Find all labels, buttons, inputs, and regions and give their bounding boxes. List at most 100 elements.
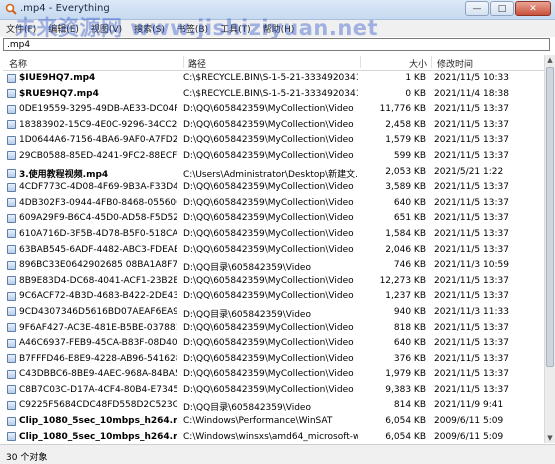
table-row[interactable]: $IUE9HQ7.mp4 C:\$RECYCLE.BIN\S-1-5-21-333… [3,71,544,87]
table-row[interactable]: 896BC33E0642902685 08BA1A8F76CFC... D:\QQ… [3,258,544,274]
modified-date: 2021/11/5 13:37 [434,119,509,130]
search-box[interactable] [3,38,550,51]
file-path: D:\QQ\605842359\MyCollection\Video [183,384,354,395]
file-name: C9225F5684CDC48FD558D2C523C37A... [19,400,177,411]
status-bar: 30 个对象 [0,444,555,464]
video-file-icon [7,73,16,83]
video-file-icon [7,400,16,410]
table-row[interactable]: C8B7C03C-D17A-4CF4-80B4-E734569... D:\QQ\… [3,383,544,399]
table-row[interactable]: 63BAB545-6ADF-4482-ABC3-FDEAE89... D:\QQ\… [3,243,544,259]
video-file-icon [7,245,16,255]
close-button[interactable]: ✕ [515,1,551,16]
file-path: C:\Users\Administrator\Desktop\新建文... [183,169,358,180]
modified-date: 2021/11/3 11:33 [434,306,509,317]
file-path: D:\QQ\605842359\MyCollection\Video [183,291,354,302]
video-file-icon [7,213,16,223]
file-size: 12,273 KB [379,275,426,286]
search-input[interactable] [4,39,549,50]
file-name: 9CD4307346D5616BD07AEAF6EA91AF... [19,306,177,317]
column-name-header[interactable]: 名称 [9,57,27,70]
file-name: 0DE19559-3295-49DB-AE33-DC04FB6... [19,104,177,115]
menu-help[interactable]: 帮助(H) [263,22,295,35]
table-row[interactable]: 3.使用教程视频.mp4 C:\Users\Administrator\Deskt… [3,165,544,181]
video-file-icon [7,323,16,332]
file-name: C43DBBC6-8BE9-4AEC-968A-84BA59D... [19,369,177,380]
menu-file[interactable]: 文件(F) [6,22,36,35]
scroll-thumb[interactable] [546,67,554,367]
menu-view[interactable]: 视图(V) [91,22,122,35]
table-row[interactable]: Clip_1080_5sec_10mbps_h264.mp4 C:\Windows… [3,430,544,443]
modified-date: 2021/11/5 13:37 [434,197,509,208]
file-size: 640 KB [393,197,426,208]
table-row[interactable]: 9F6AF427-AC3E-481E-B5BE-0378818E... D:\QQ… [3,321,544,337]
table-row[interactable]: 9CD4307346D5616BD07AEAF6EA91AF... D:\QQ目录… [3,305,544,321]
file-name: 9C6ACF72-4B3D-4683-B422-2DE43FEE... [19,291,177,302]
video-file-icon [7,307,16,317]
table-row[interactable]: 609A29F9-B6C4-45D0-AD58-F5D5286... D:\QQ\… [3,211,544,227]
table-row[interactable]: Clip_1080_5sec_10mbps_h264.mp4 C:\Windows… [3,414,544,430]
file-size: 1,979 KB [385,369,426,380]
table-row[interactable]: A46C6937-FEB9-45CA-B83F-08D400A8... D:\QQ… [3,336,544,352]
file-size: 814 KB [393,400,426,411]
table-row[interactable]: 29CB0588-85ED-4241-9FC2-88ECF9D7... D:\QQ… [3,149,544,165]
table-row[interactable]: 610A716D-3F5B-4D78-B5F0-518CA912... D:\QQ… [3,227,544,243]
column-divider[interactable] [183,56,184,68]
video-file-icon [7,89,16,99]
menu-tools[interactable]: 工具(T) [220,22,251,35]
table-row[interactable]: 0DE19559-3295-49DB-AE33-DC04FB6... D:\QQ\… [3,102,544,118]
maximize-button[interactable]: □ [490,1,514,16]
menu-search[interactable]: 搜索(S) [134,22,165,35]
file-path: D:\QQ\605842359\MyCollection\Video [183,228,354,239]
minimize-button[interactable]: — [465,1,489,16]
table-row[interactable]: 8B9E83D4-DC68-4041-ACF1-23B2E4E... D:\QQ\… [3,274,544,290]
file-size: 6,054 KB [385,416,426,427]
menu-bookmarks[interactable]: 书签(B) [177,22,208,35]
video-file-icon [7,198,16,208]
column-divider[interactable] [360,56,361,68]
column-path-header[interactable]: 路径 [188,57,206,70]
column-divider[interactable] [431,56,432,68]
file-name: 1D0644A6-7156-4BA6-9AF0-A7FD26B... [19,135,177,146]
file-path: C:\Windows\Performance\WinSAT [183,416,333,427]
table-row[interactable]: 9C6ACF72-4B3D-4683-B422-2DE43FEE... D:\QQ… [3,289,544,305]
file-path: C:\Windows\winsxs\amd64_microsoft-wi... [183,431,358,442]
table-row[interactable]: C9225F5684CDC48FD558D2C523C37A... D:\QQ目录… [3,398,544,414]
file-name-cell: 1D0644A6-7156-4BA6-9AF0-A7FD26B... [7,135,177,145]
file-name-cell: 8B9E83D4-DC68-4041-ACF1-23B2E4E... [7,276,177,286]
file-size: 1 KB [405,73,426,83]
video-file-icon [7,260,16,270]
scroll-up-icon[interactable]: ▲ [545,55,555,65]
file-name: B7FFFD46-E8E9-4228-AB96-5416285B... [19,353,177,364]
table-row[interactable]: C43DBBC6-8BE9-4AEC-968A-84BA59D... D:\QQ\… [3,367,544,383]
menu-edit[interactable]: 编辑(E) [48,22,79,35]
file-size: 6,054 KB [385,431,426,442]
file-path: C:\$RECYCLE.BIN\S-1-5-21-3334920341-... [183,88,358,99]
vertical-scrollbar[interactable]: ▲ ▼ [544,55,555,443]
table-row[interactable]: 4DB302F3-0944-4FB0-8468-0556003D... D:\QQ… [3,196,544,212]
modified-date: 2021/11/5 13:37 [434,135,509,146]
table-row[interactable]: $RUE9HQ7.mp4 C:\$RECYCLE.BIN\S-1-5-21-333… [3,87,544,103]
table-row[interactable]: 1D0644A6-7156-4BA6-9AF0-A7FD26B... D:\QQ\… [3,133,544,149]
video-file-icon [7,416,16,426]
magnifier-app-icon [5,3,17,15]
table-row[interactable]: 18383902-15C9-4E0C-9296-34CC2353... D:\QQ… [3,118,544,134]
file-name: Clip_1080_5sec_10mbps_h264.mp4 [19,431,177,442]
file-path: C:\$RECYCLE.BIN\S-1-5-21-3334920341-... [183,73,358,83]
maximize-icon: □ [497,3,507,14]
file-size: 3,589 KB [385,182,426,193]
file-path: D:\QQ目录\605842359\Video [183,263,311,274]
column-size-header[interactable]: 大小 [409,57,427,70]
modified-date: 2021/11/5 13:37 [434,150,509,161]
scroll-down-icon[interactable]: ▼ [545,433,555,443]
column-date-header[interactable]: 修改时间 [437,57,473,70]
file-name-cell: A46C6937-FEB9-45CA-B83F-08D400A8... [7,338,177,348]
table-row[interactable]: B7FFFD46-E8E9-4228-AB96-5416285B... D:\QQ… [3,352,544,368]
file-size: 2,053 KB [385,166,426,177]
table-row[interactable]: 4CDF773C-4D08-4F69-9B3A-F33D463F... D:\QQ… [3,180,544,196]
video-file-icon [7,229,16,239]
file-path: D:\QQ目录\605842359\Video [183,309,311,320]
video-file-icon [7,168,16,178]
file-name: 63BAB545-6ADF-4482-ABC3-FDEAE89... [19,244,177,255]
file-name: A46C6937-FEB9-45CA-B83F-08D400A8... [19,338,177,349]
video-file-icon [7,104,16,114]
